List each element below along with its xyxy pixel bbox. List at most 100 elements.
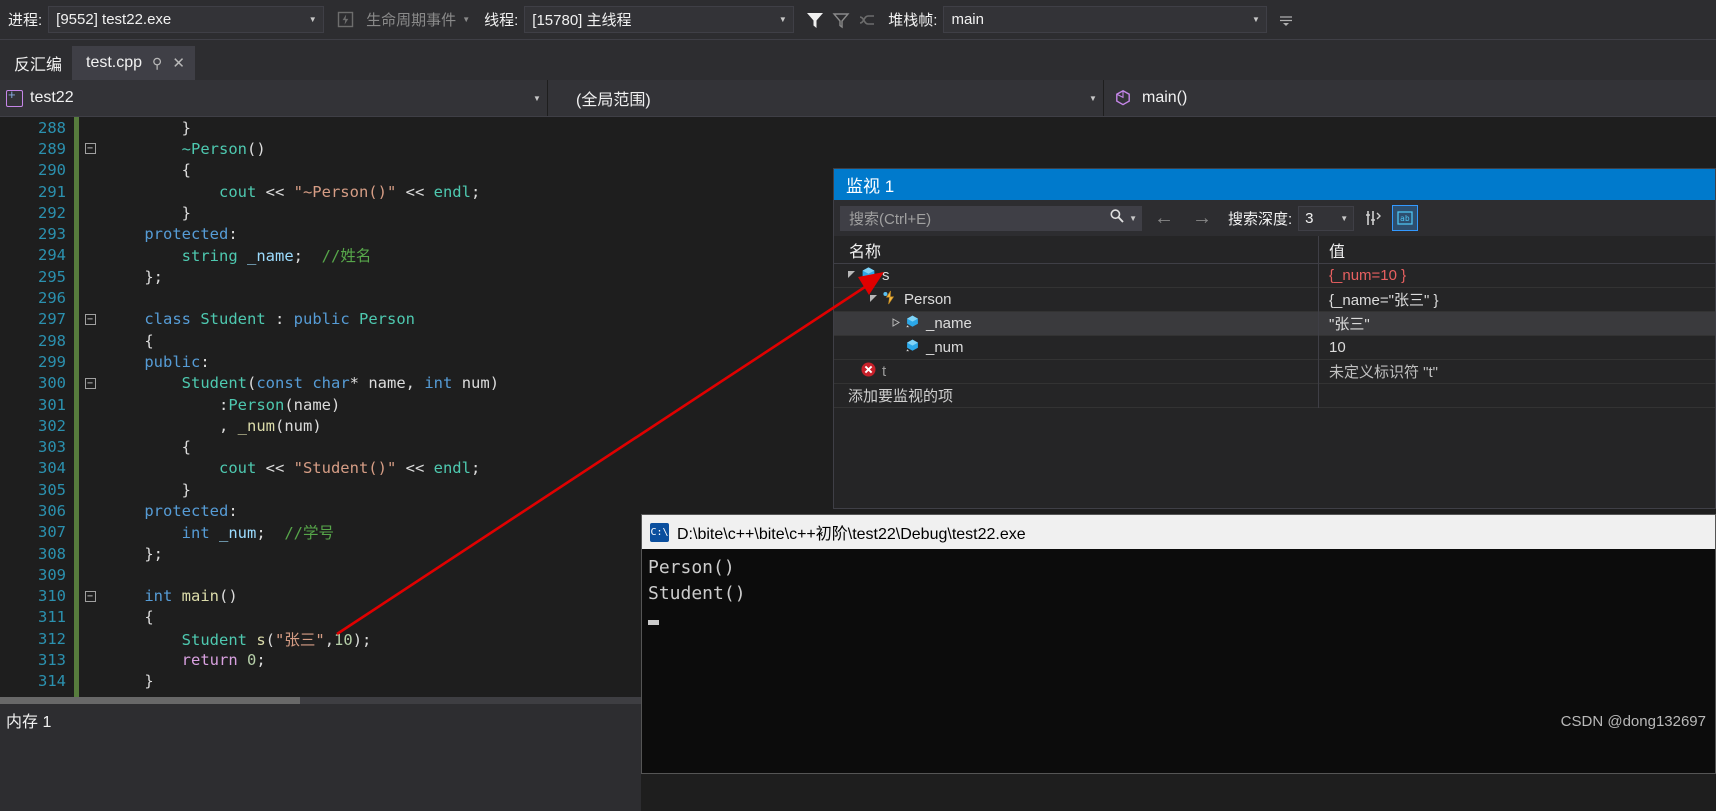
watch-window-title-bar[interactable]: 监视 1 bbox=[834, 169, 1715, 200]
breakpoint-gutter[interactable] bbox=[0, 522, 18, 543]
breakpoint-gutter[interactable] bbox=[0, 479, 18, 500]
watch-row-name: Person bbox=[904, 291, 952, 308]
change-indicator-bar bbox=[74, 649, 79, 671]
toolbar-overflow-icon[interactable] bbox=[1273, 7, 1299, 33]
console-caret bbox=[648, 620, 659, 625]
watch-row[interactable]: _name "张三" bbox=[834, 311, 1715, 336]
watch-add-row[interactable]: 添加要监视的项 bbox=[834, 383, 1715, 408]
expander-open-icon[interactable] bbox=[866, 294, 880, 305]
watch-row[interactable]: Person {_name="张三" } bbox=[834, 287, 1715, 312]
breakpoint-gutter[interactable] bbox=[0, 351, 18, 372]
code-line[interactable]: 288 } bbox=[0, 117, 1716, 139]
breakpoint-gutter[interactable] bbox=[0, 500, 18, 521]
search-icon[interactable] bbox=[1109, 208, 1125, 228]
breakpoint-gutter[interactable] bbox=[0, 586, 18, 607]
watch-row-value[interactable]: 未定义标识符 "t" bbox=[1319, 360, 1715, 384]
breakpoint-gutter[interactable] bbox=[0, 628, 18, 649]
svg-text:ab: ab bbox=[1400, 214, 1410, 223]
watch-row-name-cell[interactable]: _name bbox=[834, 311, 1319, 336]
code-line[interactable]: 289 − ~Person() bbox=[0, 138, 1716, 160]
breakpoint-gutter[interactable] bbox=[0, 564, 18, 585]
tab-disassembly[interactable]: 反汇编 bbox=[0, 46, 73, 80]
console-window: C:\ D:\bite\c++\bite\c++初阶\test22\Debug\… bbox=[641, 514, 1716, 774]
search-input[interactable]: 搜索(Ctrl+E) ▼ bbox=[840, 205, 1142, 231]
fold-column[interactable]: − bbox=[79, 143, 101, 155]
breakpoint-gutter[interactable] bbox=[0, 202, 18, 223]
watch-row-name-cell[interactable]: Person bbox=[834, 287, 1319, 312]
change-indicator-bar bbox=[74, 202, 79, 224]
process-combo[interactable]: [9552] test22.exe ▼ bbox=[48, 6, 325, 33]
columns-settings-icon[interactable] bbox=[1360, 205, 1386, 231]
watch-row[interactable]: t 未定义标识符 "t" bbox=[834, 359, 1715, 384]
memory-window-label[interactable]: 内存 1 bbox=[0, 704, 641, 732]
flatten-threads-icon[interactable] bbox=[854, 7, 880, 33]
breakpoint-gutter[interactable] bbox=[0, 117, 18, 138]
collapse-icon[interactable]: − bbox=[84, 590, 96, 602]
collapse-icon[interactable]: − bbox=[84, 313, 96, 325]
change-indicator-bar bbox=[74, 159, 79, 181]
fold-column[interactable]: − bbox=[79, 377, 101, 389]
breakpoint-gutter[interactable] bbox=[0, 181, 18, 202]
watch-row-name-cell[interactable]: _num bbox=[834, 335, 1319, 360]
search-depth-combo[interactable]: 3 ▼ bbox=[1298, 205, 1355, 231]
lifecycle-chevron-down-icon[interactable]: ▼ bbox=[462, 15, 476, 24]
watch-row-name-cell[interactable]: s bbox=[834, 263, 1319, 288]
console-title-bar[interactable]: C:\ D:\bite\c++\bite\c++初阶\test22\Debug\… bbox=[642, 515, 1715, 549]
watch-row-value[interactable]: 10 bbox=[1319, 336, 1715, 360]
breakpoint-gutter[interactable] bbox=[0, 373, 18, 394]
watermark: CSDN @dong132697 bbox=[1560, 713, 1706, 730]
breakpoint-gutter[interactable] bbox=[0, 649, 18, 670]
breakpoint-gutter[interactable] bbox=[0, 330, 18, 351]
column-header-name[interactable]: 名称 bbox=[834, 235, 1319, 264]
breakpoint-gutter[interactable] bbox=[0, 245, 18, 266]
thread-combo[interactable]: [15780] 主线程 ▼ bbox=[524, 6, 795, 33]
breakpoint-gutter[interactable] bbox=[0, 266, 18, 287]
breakpoint-gutter[interactable] bbox=[0, 160, 18, 181]
collapse-icon[interactable]: − bbox=[84, 143, 96, 155]
line-number: 308 bbox=[38, 544, 66, 563]
watch-add-row-value bbox=[1319, 384, 1715, 408]
expander-closed-icon[interactable] bbox=[888, 318, 902, 329]
watch-row-value[interactable]: {_num=10 } bbox=[1319, 264, 1715, 288]
watch-row-name: _name bbox=[926, 315, 972, 332]
watch-row[interactable]: s {_num=10 } bbox=[834, 263, 1715, 288]
lifecycle-events-icon[interactable] bbox=[332, 7, 358, 33]
collapse-icon[interactable]: − bbox=[84, 377, 96, 389]
tab-test-cpp-label: test.cpp bbox=[86, 54, 143, 71]
column-header-value[interactable]: 值 bbox=[1319, 236, 1715, 264]
filter-icon[interactable] bbox=[802, 7, 828, 33]
breakpoint-gutter[interactable] bbox=[0, 458, 18, 479]
project-combo[interactable]: test22 ▼ bbox=[0, 80, 548, 116]
watch-row-value[interactable]: {_name="张三" } bbox=[1319, 288, 1715, 312]
pin-icon[interactable]: ⚲ bbox=[152, 56, 162, 70]
watch-add-row-label: 添加要监视的项 bbox=[848, 388, 954, 405]
filter-clear-icon[interactable] bbox=[828, 7, 854, 33]
method-icon bbox=[1114, 89, 1132, 107]
fold-column[interactable]: − bbox=[79, 313, 101, 325]
search-previous-icon[interactable]: ← bbox=[1148, 208, 1180, 228]
breakpoint-gutter[interactable] bbox=[0, 607, 18, 628]
search-options-chevron-down-icon[interactable]: ▼ bbox=[1125, 214, 1137, 223]
breakpoint-gutter[interactable] bbox=[0, 287, 18, 308]
breakpoint-gutter[interactable] bbox=[0, 436, 18, 457]
breakpoint-gutter[interactable] bbox=[0, 543, 18, 564]
breakpoint-gutter[interactable] bbox=[0, 671, 18, 692]
change-indicator-bar bbox=[74, 244, 79, 267]
breakpoint-gutter[interactable] bbox=[0, 309, 18, 330]
breakpoint-gutter[interactable] bbox=[0, 138, 18, 159]
hexadecimal-display-icon[interactable]: ab bbox=[1392, 205, 1419, 231]
tab-test-cpp[interactable]: test.cpp ⚲ ✕ bbox=[72, 46, 195, 80]
close-icon[interactable]: ✕ bbox=[172, 56, 185, 71]
expander-open-icon[interactable] bbox=[844, 270, 858, 281]
watch-row[interactable]: _num 10 bbox=[834, 335, 1715, 360]
watch-row-name-cell[interactable]: t bbox=[834, 359, 1319, 384]
breakpoint-gutter[interactable] bbox=[0, 415, 18, 436]
member-combo[interactable]: main() bbox=[1104, 80, 1716, 116]
fold-column[interactable]: − bbox=[79, 590, 101, 602]
watch-row-value[interactable]: "张三" bbox=[1319, 312, 1715, 336]
breakpoint-gutter[interactable] bbox=[0, 394, 18, 415]
search-next-icon[interactable]: → bbox=[1186, 208, 1218, 228]
scope-combo[interactable]: (全局范围) ▼ bbox=[548, 80, 1104, 116]
stackframe-combo[interactable]: main ▼ bbox=[943, 6, 1268, 33]
breakpoint-gutter[interactable] bbox=[0, 223, 18, 244]
